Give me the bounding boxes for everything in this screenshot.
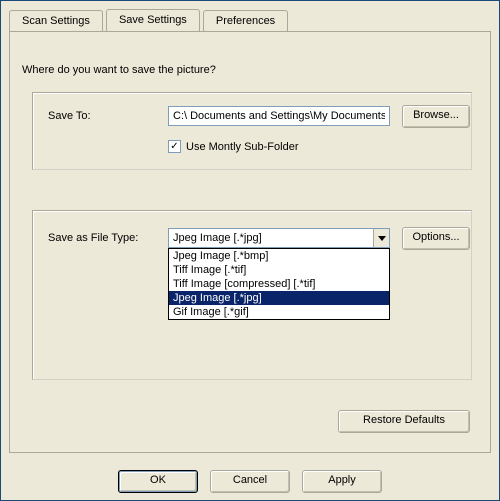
monthly-subfolder-label: Use Montly Sub-Folder (186, 141, 299, 153)
tab-strip: Scan Settings Save Settings Preferences (1, 1, 499, 31)
file-type-option[interactable]: Gif Image [.*gif] (169, 305, 389, 319)
file-type-option[interactable]: Jpeg Image [.*bmp] (169, 249, 389, 263)
tab-preferences[interactable]: Preferences (203, 10, 288, 31)
file-type-option[interactable]: Tiff Image [compressed] [.*tif] (169, 277, 389, 291)
apply-button[interactable]: Apply (302, 470, 382, 493)
browse-button[interactable]: Browse... (402, 105, 470, 128)
file-type-selected: Jpeg Image [.*jpg] (169, 232, 373, 244)
save-settings-panel: Where do you want to save the picture? S… (9, 31, 491, 453)
check-icon: ✓ (168, 140, 181, 153)
file-type-dropdown[interactable]: Jpeg Image [.*bmp] Tiff Image [.*tif] Ti… (168, 248, 390, 320)
save-to-label: Save To: (48, 110, 91, 122)
file-type-label: Save as File Type: (48, 232, 138, 244)
dialog-button-bar: OK Cancel Apply (1, 462, 499, 500)
save-to-input[interactable] (168, 106, 390, 126)
file-type-combo[interactable]: Jpeg Image [.*jpg] (168, 228, 390, 248)
file-type-option[interactable]: Tiff Image [.*tif] (169, 263, 389, 277)
options-button[interactable]: Options... (402, 227, 470, 250)
cancel-button[interactable]: Cancel (210, 470, 290, 493)
save-to-group (32, 92, 472, 170)
save-prompt-label: Where do you want to save the picture? (22, 64, 216, 76)
ok-button[interactable]: OK (118, 470, 198, 493)
monthly-subfolder-checkbox[interactable]: ✓ Use Montly Sub-Folder (168, 140, 299, 153)
restore-defaults-button[interactable]: Restore Defaults (338, 410, 470, 433)
file-type-option[interactable]: Jpeg Image [.*jpg] (169, 291, 389, 305)
chevron-down-icon[interactable] (373, 229, 389, 247)
tab-save-settings[interactable]: Save Settings (106, 9, 200, 31)
tab-scan-settings[interactable]: Scan Settings (9, 10, 103, 31)
